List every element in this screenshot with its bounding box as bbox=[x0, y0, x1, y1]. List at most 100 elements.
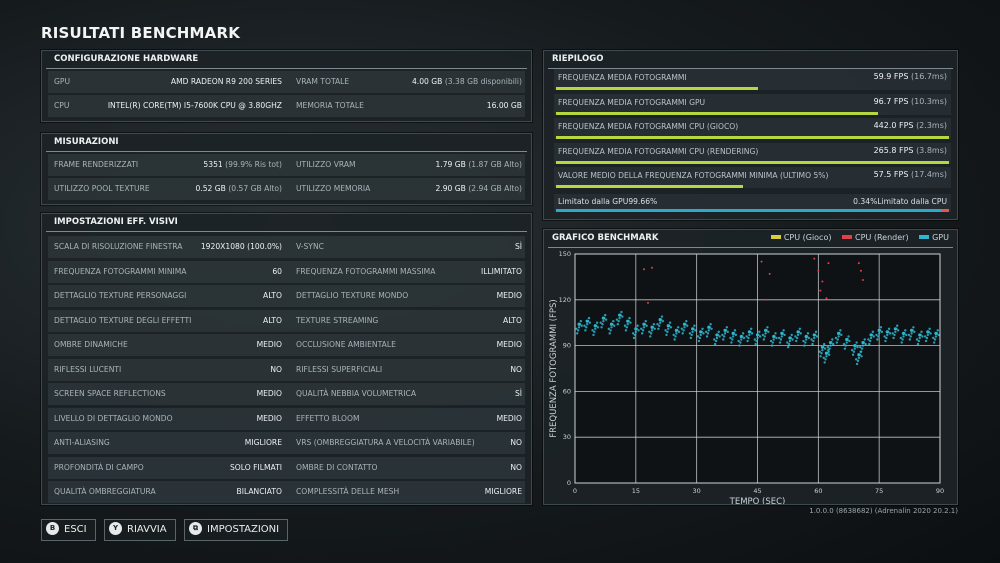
gpu-point bbox=[929, 332, 932, 335]
gpu-point bbox=[756, 336, 759, 340]
cpu-value: INTEL(R) CORE(TM) I5-7600K CPU @ 3.80GHZ bbox=[107, 101, 282, 110]
fps-bar bbox=[556, 185, 743, 188]
gpu-point bbox=[845, 337, 849, 342]
gpu-point bbox=[774, 332, 777, 335]
gpu-point bbox=[674, 328, 678, 332]
summary-header: RIEPILOGO bbox=[548, 51, 953, 69]
gpu-point bbox=[835, 341, 839, 344]
gpu-point bbox=[937, 333, 940, 337]
gpu-point bbox=[877, 332, 881, 335]
gpu-point bbox=[626, 323, 629, 326]
gpu-point bbox=[722, 335, 726, 338]
fps-bar bbox=[556, 160, 949, 164]
setting-label: COMPLESSITÀ DELLE MESH bbox=[296, 487, 400, 496]
gpu-point bbox=[869, 336, 873, 340]
gpu-point bbox=[601, 316, 605, 320]
settings-button[interactable]: ⧉ IMPOSTAZIONI bbox=[184, 519, 289, 541]
gpu-point bbox=[618, 313, 622, 317]
gpu-point bbox=[577, 326, 581, 329]
visual-setting-row: LIVELLO DI DETTAGLIO MONDO MEDIO EFFETTO B… bbox=[48, 407, 525, 430]
gpu-point bbox=[748, 333, 751, 337]
gpu-point bbox=[650, 329, 654, 332]
summary-label: FREQUENZA MEDIA FOTOGRAMMI CPU (RENDERIN… bbox=[558, 146, 759, 156]
gpu-point bbox=[588, 321, 592, 324]
gpu-point bbox=[877, 335, 880, 338]
setting-label: ANTI-ALIASING bbox=[54, 438, 110, 447]
gpu-point bbox=[813, 336, 816, 340]
summary-panel: RIEPILOGO FREQUENZA MEDIA FOTOGRAMMI 59.9… bbox=[543, 50, 958, 220]
bottleneck-row: Limitato dalla GPU99.66% 0.34%Limitato d… bbox=[554, 194, 951, 212]
gpu-point bbox=[749, 327, 753, 331]
gpu-point bbox=[755, 333, 760, 337]
summary-label: FREQUENZA MEDIA FOTOGRAMMI GPU bbox=[558, 97, 706, 107]
cpu-render-point bbox=[768, 272, 771, 275]
x-tick-label: 45 bbox=[753, 487, 761, 495]
gpu-point bbox=[587, 316, 591, 320]
summary-row: FREQUENZA MEDIA FOTOGRAMMI CPU (RENDERIN… bbox=[554, 142, 951, 164]
x-tick-label: 0 bbox=[573, 487, 577, 495]
gpu-point bbox=[683, 326, 686, 329]
gpu-point bbox=[667, 327, 670, 331]
frames-value: 5351 (99.9% Ris tot) bbox=[203, 160, 282, 169]
setting-value: ALTO bbox=[263, 315, 282, 325]
exit-button[interactable]: B ESCI bbox=[41, 519, 96, 541]
exit-label: ESCI bbox=[64, 524, 87, 535]
gpu-point bbox=[828, 347, 831, 350]
gpu-point bbox=[901, 331, 906, 335]
gpu-point bbox=[633, 333, 637, 337]
gpu-point bbox=[609, 322, 614, 326]
gpu-point bbox=[778, 341, 782, 344]
fps-bar bbox=[556, 111, 878, 115]
gpu-value: AMD RADEON R9 200 SERIES bbox=[170, 77, 282, 86]
visual-setting-row: ANTI-ALIASING MIGLIORE VRS (OMBREGGIATURA … bbox=[48, 432, 525, 454]
gpu-point bbox=[707, 325, 711, 329]
gpu-point bbox=[710, 327, 713, 331]
gpu-point bbox=[731, 331, 735, 335]
view-button-icon: ⧉ bbox=[189, 521, 202, 535]
gpu-point bbox=[731, 335, 735, 338]
x-tick-label: 75 bbox=[875, 487, 883, 495]
cpu-render-point bbox=[760, 260, 763, 263]
gpu-point bbox=[706, 332, 710, 335]
gpu-point bbox=[913, 330, 916, 334]
gpu-point bbox=[694, 329, 697, 332]
cpu-render-point bbox=[827, 262, 830, 265]
gpu-point bbox=[772, 338, 775, 341]
gpu-point bbox=[686, 324, 689, 327]
gpu-point bbox=[714, 339, 718, 343]
visual-setting-row: FREQUENZA FOTOGRAMMI MINIMA 60 FREQUENZA F… bbox=[48, 260, 525, 283]
gpu-point bbox=[893, 333, 896, 337]
gpu-point bbox=[829, 344, 832, 347]
measures-row-2: UTILIZZO POOL TEXTURE 0.52 GB (0.57 GB A… bbox=[48, 178, 525, 200]
gpu-point bbox=[856, 345, 859, 349]
setting-value: ALTO bbox=[263, 291, 282, 300]
gpu-point bbox=[859, 350, 863, 353]
gpu-point bbox=[770, 344, 774, 347]
cpu-render-point bbox=[647, 301, 649, 304]
restart-button[interactable]: Y RIAVVIA bbox=[104, 519, 176, 541]
gpu-point bbox=[823, 347, 827, 350]
gpu-point bbox=[649, 332, 653, 335]
gpu-point bbox=[612, 319, 615, 323]
gpu-point bbox=[894, 330, 897, 334]
gpu-point bbox=[707, 329, 711, 332]
vram-total-label: VRAM TOTALE bbox=[296, 77, 350, 86]
gpu-point bbox=[593, 330, 596, 334]
gpu-point bbox=[837, 335, 840, 338]
gpu-point bbox=[848, 339, 851, 343]
gpu-point bbox=[909, 335, 912, 338]
legend-cpu-game: CPU (Gioco) bbox=[783, 233, 832, 242]
y-button-icon: Y bbox=[109, 521, 122, 535]
gpu-point bbox=[799, 332, 802, 335]
gpu-point bbox=[772, 334, 776, 339]
gpu-point bbox=[934, 331, 938, 335]
gpu-point bbox=[715, 336, 719, 340]
gpu-point bbox=[585, 323, 589, 326]
gpu-point bbox=[767, 330, 770, 334]
gpu-point bbox=[697, 339, 701, 343]
gpu-point bbox=[592, 333, 595, 337]
gpu-point bbox=[580, 324, 583, 327]
setting-label: DETTAGLIO TEXTURE PERSONAGGI bbox=[54, 291, 187, 300]
gpu-point bbox=[658, 321, 662, 324]
gpu-point bbox=[699, 333, 702, 337]
